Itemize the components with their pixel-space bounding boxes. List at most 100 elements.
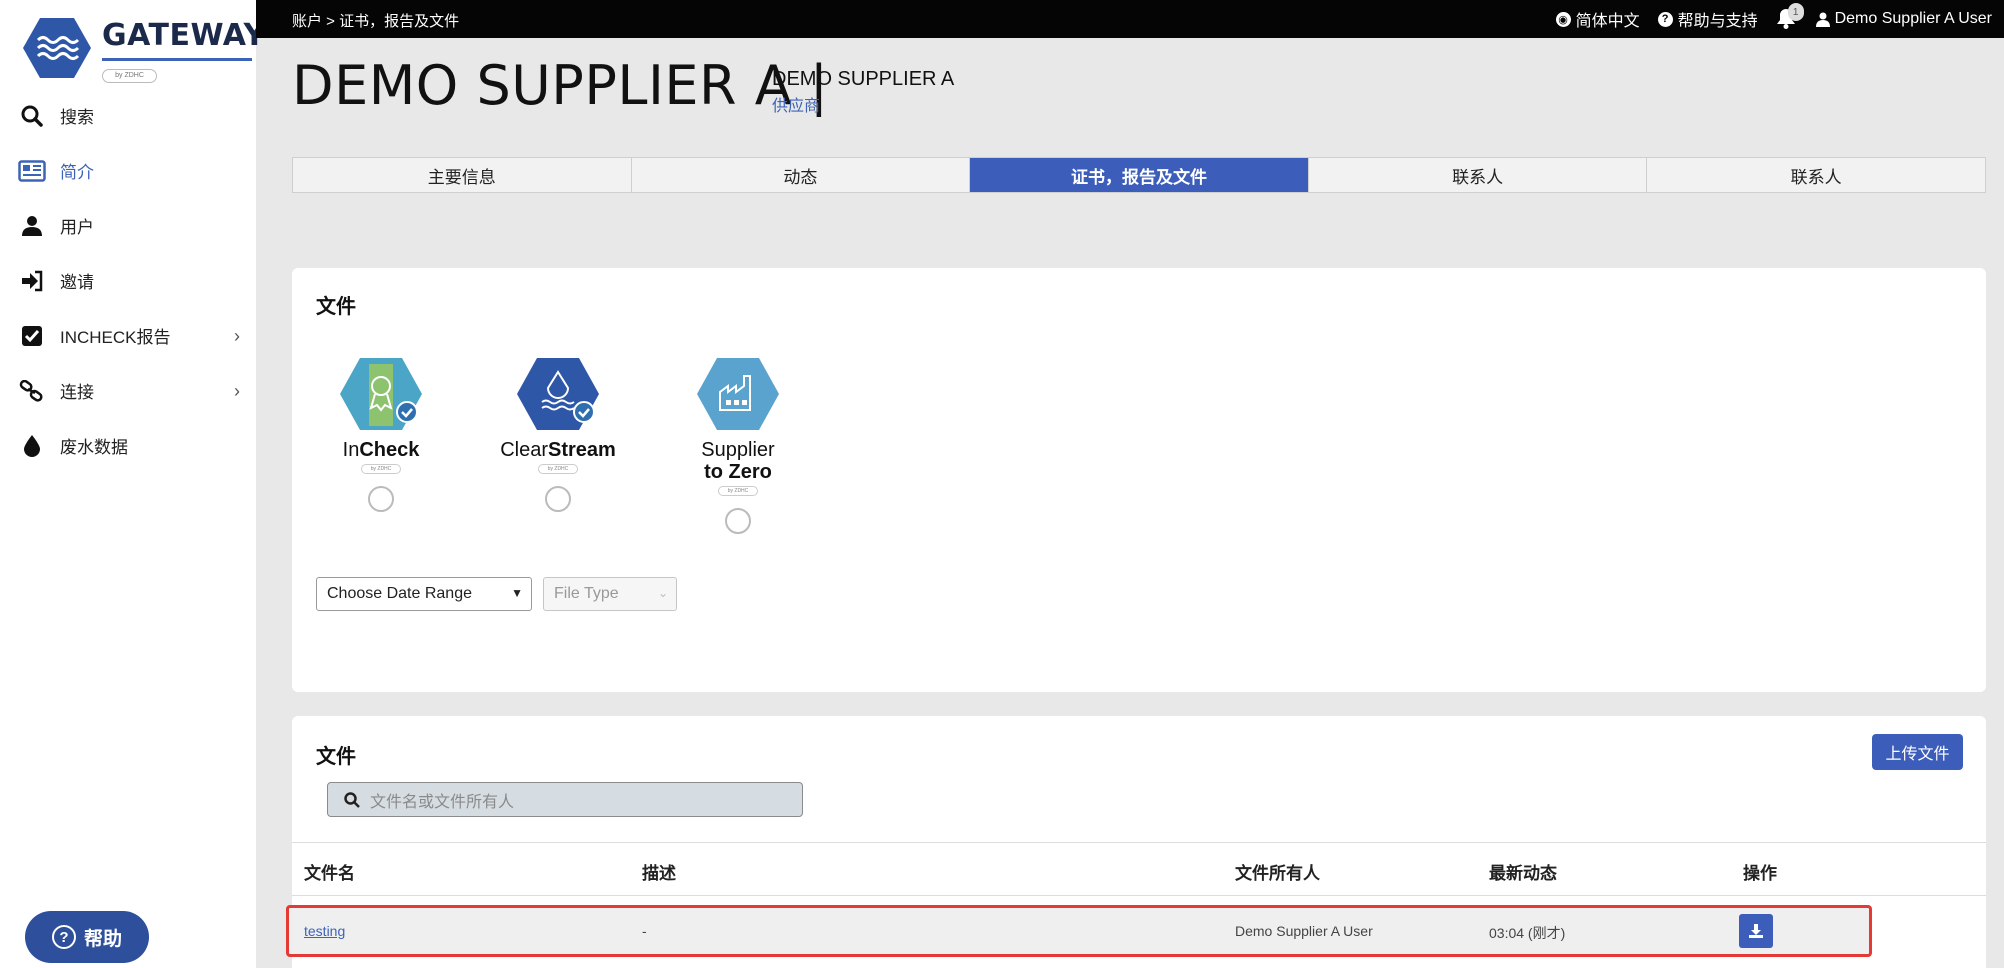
sidebar-nav: 搜索 简介 用户 邀请 INCHECK报告 › 连接 › 废水数据 <box>0 88 256 473</box>
company-role: 供应商 <box>772 98 821 115</box>
table-row: testing - Demo Supplier A User 03:04 (刚才… <box>286 905 1872 957</box>
sidebar-item-invite[interactable]: 邀请 <box>0 253 256 308</box>
company-name: DEMO SUPPLIER A <box>772 68 955 90</box>
col-latest-activity[interactable]: 最新动态 <box>1489 859 1557 884</box>
files-list-title: 文件 <box>316 746 356 768</box>
gateway-logo[interactable]: GATEWAY by ZDHC <box>22 14 265 84</box>
question-icon: ? <box>51 925 76 949</box>
water-drop-icon <box>18 434 46 458</box>
file-owner: Demo Supplier A User <box>1235 923 1373 939</box>
clearstream-prefix: Clear <box>500 439 548 461</box>
user-name: Demo Supplier A User <box>1834 10 1992 27</box>
file-updated: 03:04 (刚才) <box>1489 925 1566 941</box>
help-support-link[interactable]: ? 帮助与支持 <box>1657 7 1758 31</box>
chevron-right-icon: › <box>234 326 240 346</box>
page-title: DEMO SUPPLIER A | <box>292 54 829 117</box>
logo-text: GATEWAY <box>102 18 266 53</box>
supplier-line2: to Zero <box>704 461 772 483</box>
help-button[interactable]: ? 帮助 <box>25 911 149 963</box>
sidebar-item-label: 搜索 <box>60 108 94 127</box>
chevron-right-icon: › <box>234 381 240 401</box>
sidebar-item-incheck-reports[interactable]: INCHECK报告 › <box>0 308 256 363</box>
date-range-select[interactable]: Choose Date Range ▼ <box>316 577 532 611</box>
sidebar-item-profile[interactable]: 简介 <box>0 143 256 198</box>
search-icon <box>344 791 360 808</box>
caret-down-icon: ⌄ <box>657 586 668 600</box>
incheck-bold: Check <box>359 439 420 461</box>
search-icon <box>18 104 46 128</box>
sidebar-item-label: INCHECK报告 <box>60 328 171 347</box>
logo-underline <box>102 58 252 61</box>
language-selector[interactable]: ◉ 简体中文 <box>1555 7 1640 31</box>
link-icon <box>18 379 46 403</box>
top-bar: 账户 > 证书，报告及文件 ◉ 简体中文 ? 帮助与支持 1 Demo Supp… <box>256 0 2004 38</box>
download-icon <box>1749 924 1763 938</box>
supplier-line1: Supplier <box>701 439 775 461</box>
sidebar-item-label: 简介 <box>60 163 94 182</box>
tab-main-info[interactable]: 主要信息 <box>293 158 632 192</box>
logo-tag: by ZDHC <box>102 69 157 83</box>
sidebar-item-search[interactable]: 搜索 <box>0 88 256 143</box>
col-owner[interactable]: 文件所有人 <box>1235 859 1320 884</box>
incheck-filter[interactable]: InCheck by ZDHC <box>321 356 441 512</box>
notification-count: 1 <box>1787 3 1804 21</box>
notifications-button[interactable]: 1 <box>1776 3 1804 31</box>
caret-down-icon: ▼ <box>511 586 523 600</box>
supplier-to-zero-tag: by ZDHC <box>718 486 758 496</box>
date-range-value: Choose Date Range <box>327 585 472 602</box>
upload-file-button[interactable]: 上传文件 <box>1872 734 1963 770</box>
col-description[interactable]: 描述 <box>642 859 676 884</box>
file-type-select[interactable]: File Type ⌄ <box>543 577 677 611</box>
tab-contacts-2[interactable]: 联系人 <box>1647 158 1985 192</box>
top-actions: ◉ 简体中文 ? 帮助与支持 1 Demo Supplier A User <box>1555 0 1992 38</box>
download-button[interactable] <box>1739 914 1773 948</box>
search-placeholder: 文件名或文件所有人 <box>370 793 515 811</box>
col-actions: 操作 <box>1743 864 1777 883</box>
breadcrumb[interactable]: 账户 > 证书，报告及文件 <box>292 10 459 31</box>
user-icon <box>1815 12 1830 27</box>
sidebar: GATEWAY by ZDHC 搜索 简介 用户 邀请 INCHECK报告 › … <box>0 0 265 968</box>
sign-in-icon <box>18 269 46 293</box>
question-circle-icon: ? <box>1657 11 1673 27</box>
incheck-radio[interactable] <box>368 486 394 512</box>
supplier-to-zero-radio[interactable] <box>725 508 751 534</box>
incheck-name: InCheck <box>321 439 441 461</box>
sidebar-item-label: 废水数据 <box>60 438 128 457</box>
sidebar-item-label: 邀请 <box>60 273 94 292</box>
tab-activity[interactable]: 动态 <box>632 158 971 192</box>
supplier-to-zero-name: Supplier to Zero <box>678 439 798 483</box>
incheck-prefix: In <box>342 439 360 461</box>
clearstream-tag: by ZDHC <box>538 464 578 474</box>
user-menu[interactable]: Demo Supplier A User <box>1815 10 1992 28</box>
clearstream-name: ClearStream <box>498 439 618 461</box>
filter-card-title: 文件 <box>316 296 356 318</box>
sidebar-item-wastewater[interactable]: 废水数据 <box>0 418 256 473</box>
col-file-name[interactable]: 文件名 <box>304 859 355 884</box>
user-icon <box>18 214 46 238</box>
incheck-badge-icon <box>340 358 422 430</box>
incheck-tag: by ZDHC <box>361 464 401 474</box>
sidebar-item-label: 用户 <box>60 218 94 237</box>
sidebar-item-users[interactable]: 用户 <box>0 198 256 253</box>
file-description: - <box>642 923 647 939</box>
profile-card-icon <box>18 159 46 183</box>
supplier-to-zero-filter[interactable]: Supplier to Zero by ZDHC <box>678 356 798 534</box>
tab-certificates[interactable]: 证书，报告及文件 <box>970 158 1309 192</box>
sidebar-item-connections[interactable]: 连接 › <box>0 363 256 418</box>
file-name-link[interactable]: testing <box>304 923 345 939</box>
file-search-input[interactable]: 文件名或文件所有人 <box>327 782 803 817</box>
globe-icon: ◉ <box>1555 11 1571 27</box>
clearstream-filter[interactable]: ClearStream by ZDHC <box>498 356 618 512</box>
file-type-value: File Type <box>554 585 619 602</box>
profile-tabs: 主要信息 动态 证书，报告及文件 联系人 联系人 <box>292 157 1986 193</box>
files-filter-card: 文件 InCheck by ZDHC ClearStream by ZDHC S… <box>292 268 1986 692</box>
table-header: 文件名 描述 文件所有人 最新动态 操作 <box>292 842 1986 896</box>
checkbox-icon <box>18 324 46 348</box>
logo-hex-icon <box>23 18 91 78</box>
files-list-card: 文件 上传文件 文件名或文件所有人 文件名 描述 文件所有人 最新动态 操作 t… <box>286 716 1986 968</box>
clearstream-radio[interactable] <box>545 486 571 512</box>
tab-contacts[interactable]: 联系人 <box>1309 158 1648 192</box>
help-label: 帮助 <box>83 928 122 950</box>
clearstream-bold: Stream <box>547 439 616 461</box>
sidebar-item-label: 连接 <box>60 383 94 402</box>
